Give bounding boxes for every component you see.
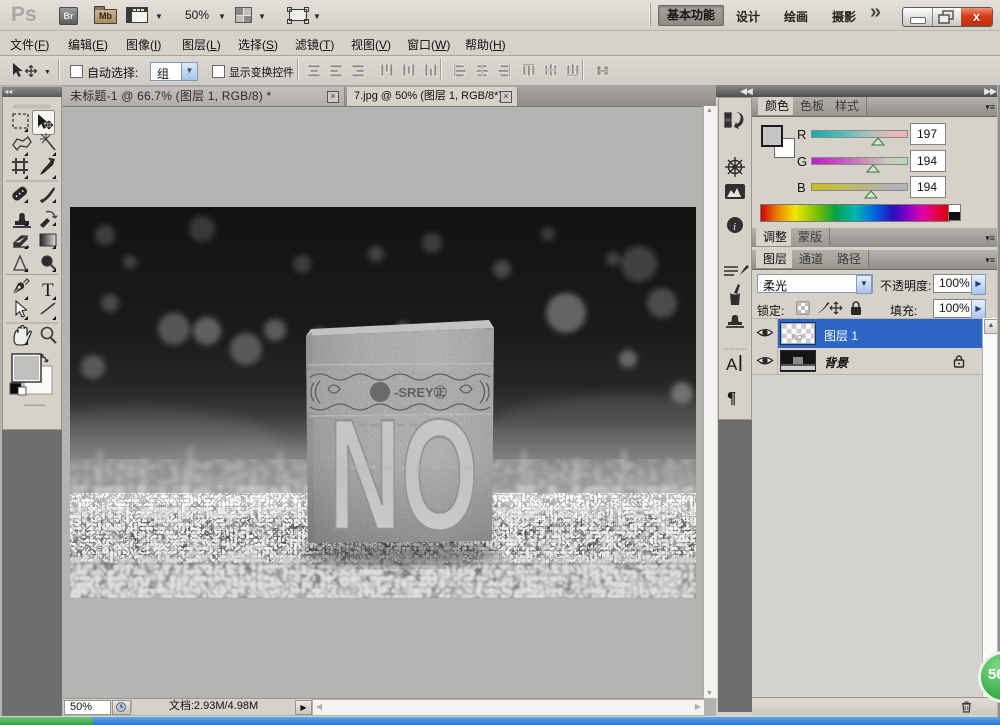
svg-text:i: i (733, 221, 736, 233)
svg-text:A: A (726, 355, 738, 374)
svg-text:¶: ¶ (727, 388, 736, 407)
svg-text:T: T (42, 280, 54, 301)
svg-text:NO: NO (792, 335, 803, 342)
svg-text:NO: NO (329, 385, 478, 562)
